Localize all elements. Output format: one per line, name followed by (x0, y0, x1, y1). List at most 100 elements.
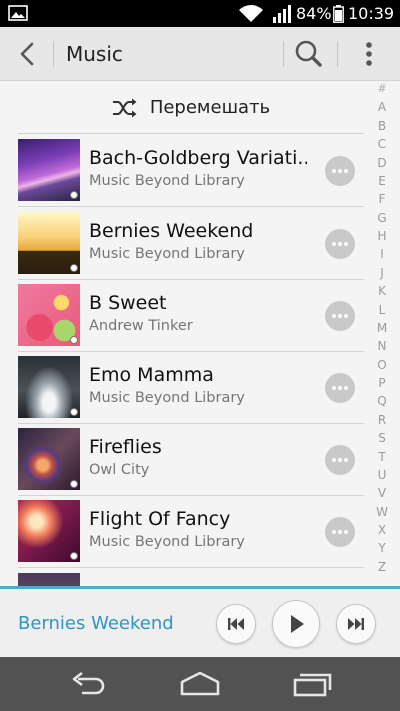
album-art (18, 212, 80, 274)
track-artist: Music Beyond Library (89, 246, 245, 262)
play-icon (291, 615, 304, 633)
now-playing-title[interactable]: Bernies Weekend (18, 613, 174, 634)
shuffle-all-button[interactable]: Перемешать (18, 82, 364, 134)
alphabet-index-letter[interactable]: H (377, 229, 386, 243)
list-item[interactable]: Bernies Weekend Music Beyond Library (18, 207, 364, 280)
local-file-badge (70, 264, 78, 272)
alphabet-index-letter[interactable]: V (378, 486, 386, 500)
more-options-button[interactable] (325, 445, 355, 475)
list-item[interactable]: Flight Of Fancy Music Beyond Library (18, 495, 364, 568)
alphabet-index[interactable]: # A B C D E F G H I J K L M N O P Q R S T U V W X Y Z (372, 82, 392, 574)
alphabet-index-letter[interactable]: W (376, 505, 388, 519)
divider (337, 41, 338, 67)
list-item[interactable]: Bach-Goldberg Variati... Music Beyond Li… (18, 134, 364, 207)
next-button[interactable] (336, 604, 376, 644)
search-icon (295, 40, 322, 67)
page-title: Music (66, 42, 123, 66)
alphabet-index-letter[interactable]: T (378, 450, 385, 464)
alphabet-index-letter[interactable]: J (380, 266, 384, 280)
clock: 10:39 (348, 4, 395, 23)
album-art (18, 284, 80, 346)
status-bar: 84% 10:39 (0, 0, 400, 27)
alphabet-index-letter[interactable]: B (378, 119, 386, 133)
nav-home-button[interactable] (176, 669, 224, 699)
album-art (18, 500, 80, 562)
track-title: Bach-Goldberg Variati... (89, 147, 307, 169)
alphabet-index-letter[interactable]: M (377, 321, 387, 335)
alphabet-index-letter[interactable]: C (378, 137, 386, 151)
alphabet-index-letter[interactable]: Y (378, 541, 385, 555)
alphabet-index-letter[interactable]: R (378, 413, 386, 427)
track-title: Flight Of Fancy (89, 508, 231, 530)
local-file-badge (70, 480, 78, 488)
previous-button[interactable] (216, 604, 256, 644)
alphabet-index-letter[interactable]: # (377, 82, 386, 96)
battery-icon (333, 5, 344, 23)
divider (283, 41, 284, 67)
local-file-badge (70, 191, 78, 199)
overflow-menu-button[interactable] (352, 36, 386, 72)
more-options-button[interactable] (325, 229, 355, 259)
shuffle-label: Перемешать (149, 97, 271, 118)
alphabet-index-letter[interactable]: Z (378, 560, 386, 574)
track-artist: Music Beyond Library (89, 173, 245, 189)
next-icon (348, 618, 364, 630)
list-item[interactable]: Fireflies Owl City (18, 423, 364, 496)
alphabet-index-letter[interactable]: K (378, 284, 386, 298)
play-button[interactable] (272, 600, 320, 648)
local-file-badge (70, 336, 78, 344)
gallery-icon (8, 5, 28, 21)
divider (53, 41, 54, 67)
alphabet-index-letter[interactable]: P (378, 376, 385, 390)
now-playing-bar[interactable]: Bernies Weekend (0, 586, 400, 660)
signal-icon (273, 5, 291, 23)
back-arrow-icon (20, 42, 34, 66)
track-title: Fireflies (89, 436, 162, 458)
back-button[interactable] (10, 36, 46, 72)
nav-back-button[interactable] (64, 669, 112, 699)
alphabet-index-letter[interactable]: A (378, 100, 386, 114)
alphabet-index-letter[interactable]: U (378, 468, 387, 482)
local-file-badge (70, 408, 78, 416)
list-item[interactable]: B Sweet Andrew Tinker (18, 279, 364, 352)
alphabet-index-letter[interactable]: D (377, 156, 386, 170)
alphabet-index-letter[interactable]: O (377, 358, 386, 372)
nav-home-icon (180, 671, 220, 696)
album-art (18, 428, 80, 490)
alphabet-index-letter[interactable]: Q (377, 394, 386, 408)
alphabet-index-letter[interactable]: X (378, 523, 386, 537)
alphabet-index-letter[interactable]: L (379, 303, 386, 317)
album-art (18, 573, 80, 586)
nav-recents-button[interactable] (288, 669, 336, 699)
app-bar: Music (0, 27, 400, 81)
album-art (18, 139, 80, 201)
nav-recents-icon (293, 673, 332, 697)
more-options-button[interactable] (325, 517, 355, 547)
wifi-icon (239, 5, 263, 23)
track-title: Bernies Weekend (89, 220, 254, 242)
alphabet-index-letter[interactable]: I (380, 247, 384, 261)
alphabet-index-letter[interactable]: G (377, 211, 386, 225)
more-options-button[interactable] (325, 301, 355, 331)
more-options-button[interactable] (325, 373, 355, 403)
alphabet-index-letter[interactable]: E (378, 174, 386, 188)
track-title: Emo Mamma (89, 364, 214, 386)
nav-back-icon (72, 671, 105, 695)
track-artist: Music Beyond Library (89, 390, 245, 406)
system-nav-bar (0, 657, 400, 711)
shuffle-icon (112, 98, 137, 117)
battery-percent: 84% (296, 4, 332, 23)
alphabet-index-letter[interactable]: F (379, 192, 386, 206)
more-options-button[interactable] (325, 156, 355, 186)
search-button[interactable] (291, 36, 327, 72)
list-item[interactable]: Emo Mamma Music Beyond Library (18, 351, 364, 424)
list-item[interactable] (18, 568, 364, 586)
alphabet-index-letter[interactable]: S (378, 431, 386, 445)
track-title: B Sweet (89, 292, 167, 314)
overflow-menu-icon (366, 42, 372, 66)
previous-icon (228, 618, 244, 630)
album-art (18, 356, 80, 418)
alphabet-index-letter[interactable]: N (378, 339, 387, 353)
local-file-badge (70, 552, 78, 560)
track-artist: Music Beyond Library (89, 534, 245, 550)
